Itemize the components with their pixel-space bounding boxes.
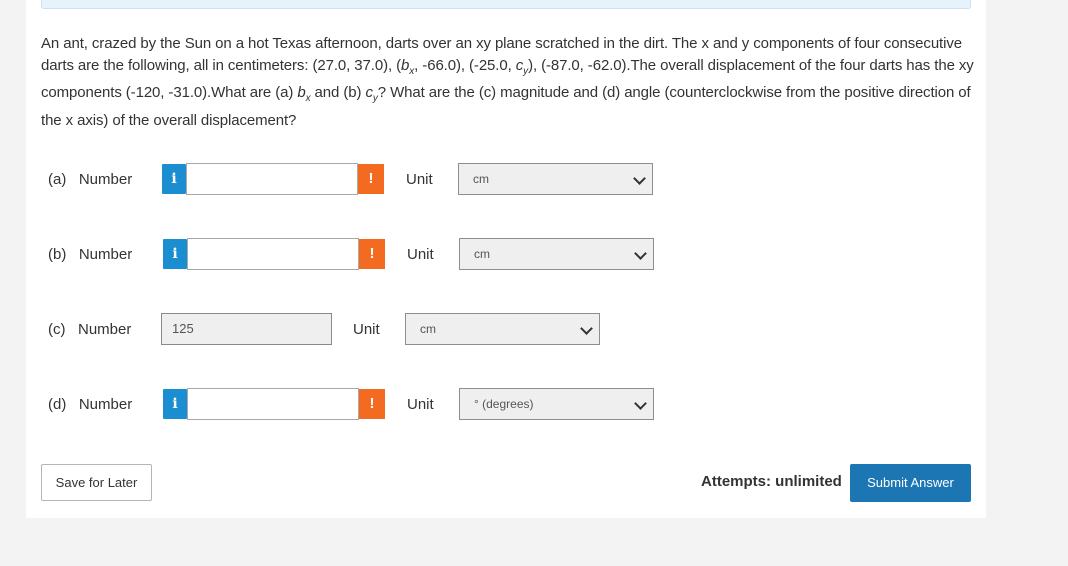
alert-icon[interactable]: ! [359,239,385,269]
chevron-down-icon [580,322,593,335]
part-a-unit-select[interactable]: cm [458,163,653,195]
part-a-number-input[interactable] [186,163,358,195]
attempts-label: Attempts: unlimited [701,473,842,490]
info-icon[interactable]: i [163,239,187,269]
part-c-unit-label: Unit [353,321,380,338]
part-d-unit-select[interactable]: ° (degrees) [459,388,654,420]
part-d-label: (d) Number [48,396,133,413]
question-text: An ant, crazed by the Sun on a hot Texas… [41,35,974,129]
part-a-label: (a) Number [48,171,133,188]
part-a-unit-label: Unit [406,171,433,188]
part-b-number-input[interactable] [187,238,359,270]
unit-select-value: cm [473,172,489,186]
header-band [41,0,971,9]
save-for-later-button[interactable]: Save for Later [41,464,152,501]
info-icon[interactable]: i [163,389,187,419]
part-b-unit-label: Unit [407,246,434,263]
unit-select-value: cm [474,247,490,261]
unit-select-value: cm [420,322,436,336]
chevron-down-icon [633,172,646,185]
part-c-label: (c) Number [48,321,132,338]
part-b-label: (b) Number [48,246,133,263]
chevron-down-icon [634,247,647,260]
part-b-unit-select[interactable]: cm [459,238,654,270]
part-c-number-input[interactable]: 125 [161,313,332,345]
part-c-unit-select[interactable]: cm [405,313,600,345]
alert-icon[interactable]: ! [358,164,384,194]
part-d-number-input[interactable] [187,388,359,420]
part-d-unit-label: Unit [407,396,434,413]
chevron-down-icon [634,397,647,410]
alert-icon[interactable]: ! [359,389,385,419]
info-icon[interactable]: i [162,164,186,194]
unit-select-value: ° (degrees) [474,397,534,411]
submit-answer-button[interactable]: Submit Answer [850,464,971,502]
